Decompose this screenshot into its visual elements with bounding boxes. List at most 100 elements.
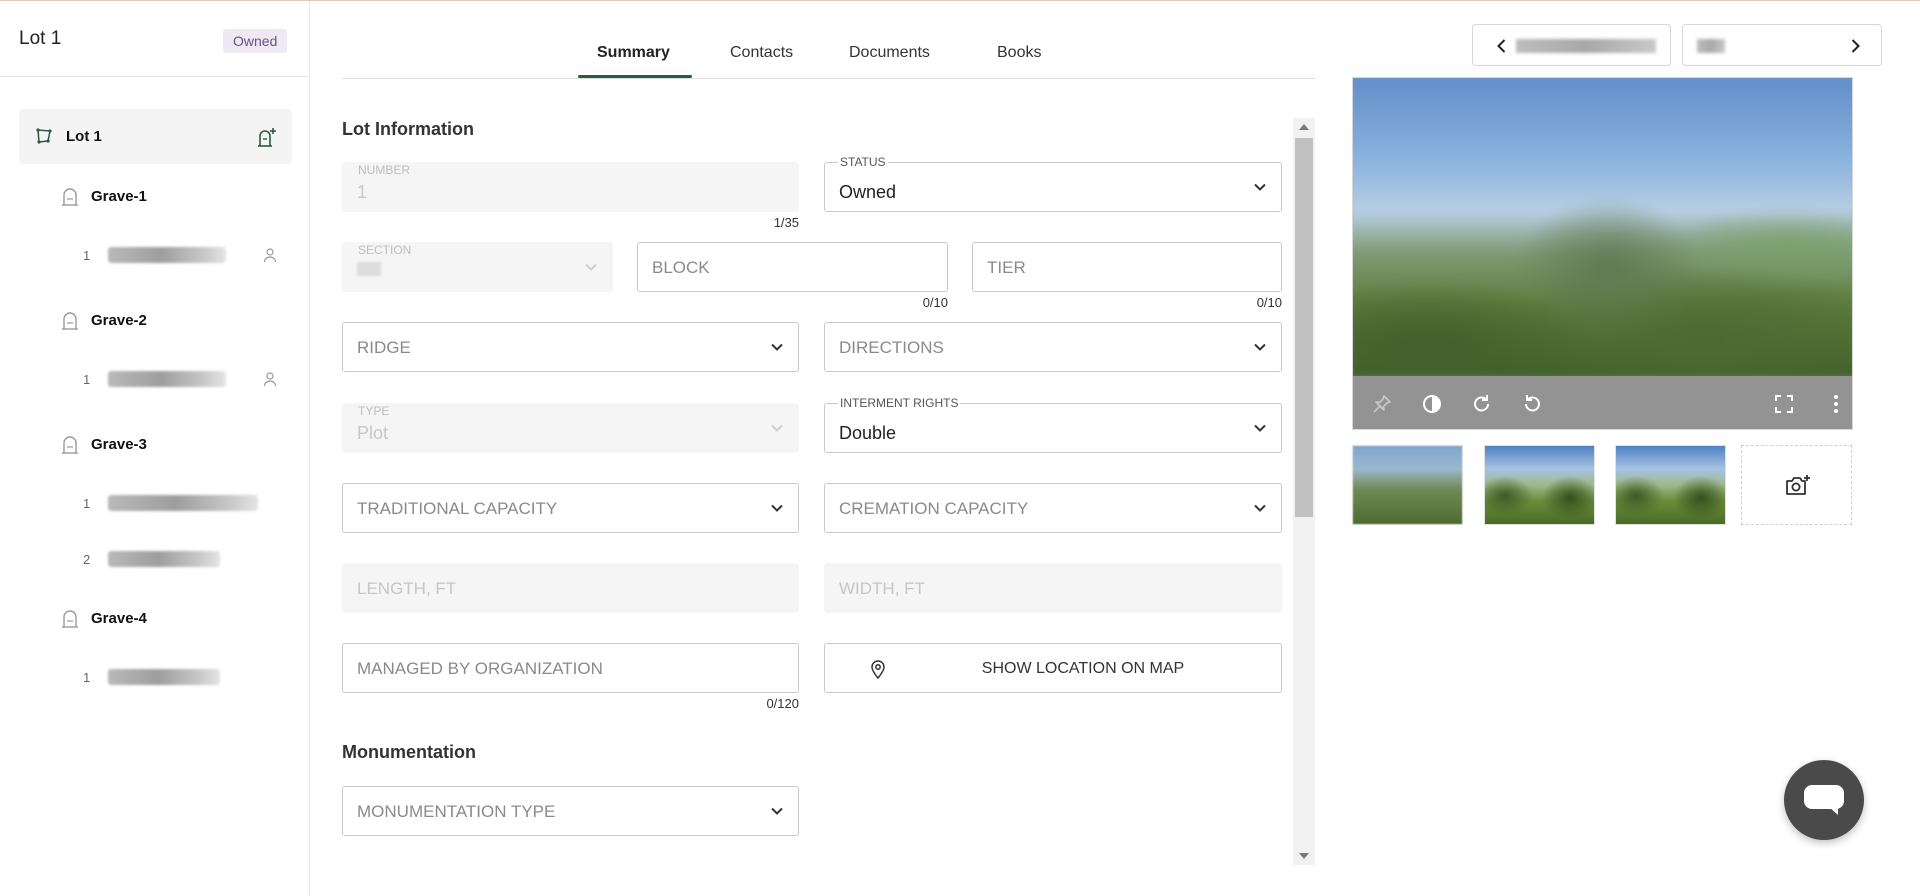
occupant-index: 2 [83, 552, 91, 567]
interment-rights-value: Double [839, 423, 897, 443]
tab-contacts[interactable]: Contacts [730, 44, 793, 62]
show-location-label: SHOW LOCATION ON MAP [981, 660, 1185, 677]
length-field: LENGTH, FT [342, 563, 799, 613]
tier-input[interactable]: TIER [972, 242, 1282, 292]
chevron-down-icon [1254, 424, 1266, 432]
tab-bar: Summary Contacts Documents Books [342, 1, 1315, 79]
cremation-capacity-select[interactable]: CREMATION CAPACITY [824, 483, 1282, 533]
show-location-on-map-button[interactable]: SHOW LOCATION ON MAP [824, 643, 1282, 693]
tab-documents[interactable]: Documents [849, 44, 930, 62]
occupant-index: 1 [83, 248, 91, 263]
status-select-value: Owned [839, 182, 897, 202]
occupant-name-redacted [108, 551, 220, 567]
directions-select-placeholder: DIRECTIONS [839, 338, 944, 357]
tree-item-occupant[interactable]: 1 [19, 648, 292, 710]
previous-lot-button[interactable] [1472, 24, 1671, 66]
ridge-select-placeholder: RIDGE [357, 338, 411, 357]
headstone-icon [62, 436, 78, 454]
traditional-capacity-select[interactable]: TRADITIONAL CAPACITY [342, 483, 799, 533]
grave-label: Grave-3 [91, 436, 147, 453]
tree-item-grave[interactable]: Grave-3 [19, 412, 292, 474]
active-tab-indicator [578, 75, 692, 78]
width-field: WIDTH, FT [824, 563, 1282, 613]
photo-thumbnail[interactable] [1352, 445, 1463, 525]
chevron-down-icon [585, 263, 597, 271]
status-select[interactable]: STATUS Owned [824, 155, 1282, 212]
person-icon [263, 248, 277, 263]
tree-item-occupant[interactable]: 1 [19, 226, 292, 288]
occupant-name-redacted [108, 669, 220, 685]
chevron-down-icon [771, 504, 783, 512]
chevron-down-icon [771, 343, 783, 351]
lot-photo-viewer[interactable] [1352, 77, 1853, 430]
chevron-down-icon [771, 424, 783, 432]
rotate-right-icon[interactable] [1471, 393, 1493, 415]
interment-rights-select[interactable]: INTERMENT RIGHTS Double [824, 396, 1282, 453]
sidebar-header: Lot 1 Owned [0, 1, 309, 77]
tier-input-placeholder: TIER [987, 258, 1026, 277]
type-select-value: Plot [357, 423, 389, 443]
chevron-down-icon [1254, 343, 1266, 351]
photo-toolbar [1353, 376, 1852, 429]
lot-photo [1353, 78, 1852, 381]
add-grave-icon[interactable] [255, 126, 277, 148]
scrollbar-thumb[interactable] [1295, 138, 1313, 517]
traditional-capacity-placeholder: TRADITIONAL CAPACITY [357, 499, 558, 518]
chat-bubble-tail [1828, 806, 1838, 815]
type-select-label: TYPE [358, 404, 390, 418]
next-lot-name-redacted [1697, 39, 1725, 53]
cremation-capacity-placeholder: CREMATION CAPACITY [839, 499, 1029, 518]
add-camera-icon [1786, 475, 1810, 495]
tab-books[interactable]: Books [997, 44, 1041, 62]
chat-widget-button[interactable] [1784, 760, 1864, 840]
number-field: NUMBER 1 [342, 162, 799, 212]
photo-thumbnail[interactable] [1615, 445, 1726, 525]
scroll-up-arrow[interactable] [1299, 124, 1309, 130]
tree-item-occupant[interactable]: 1 [19, 474, 292, 530]
scroll-down-arrow[interactable] [1299, 853, 1309, 859]
section-title-lot-information: Lot Information [342, 119, 474, 139]
fullscreen-icon[interactable] [1773, 393, 1795, 415]
section-title-monumentation: Monumentation [342, 742, 476, 762]
occupant-name-redacted [108, 495, 258, 511]
monumentation-type-placeholder: MONUMENTATION TYPE [357, 802, 556, 821]
add-photo-button[interactable] [1741, 445, 1852, 525]
next-lot-button[interactable] [1682, 24, 1882, 66]
person-icon [263, 372, 277, 387]
status-badge: Owned [223, 29, 288, 53]
polygon-icon [36, 128, 52, 144]
number-char-counter: 1/35 [773, 215, 799, 230]
pin-icon[interactable] [1371, 393, 1393, 415]
tree-item-lot[interactable]: Lot 1 [19, 109, 292, 164]
number-field-value: 1 [357, 182, 368, 202]
more-vertical-icon[interactable] [1825, 393, 1847, 415]
tree-item-occupant[interactable]: 2 [19, 530, 292, 586]
length-field-placeholder: LENGTH, FT [357, 579, 457, 598]
section-value-redacted [357, 262, 381, 276]
ridge-select[interactable]: RIDGE [342, 322, 799, 372]
block-input[interactable]: BLOCK [637, 242, 948, 292]
rotate-left-icon[interactable] [1521, 393, 1543, 415]
interment-rights-label: INTERMENT RIGHTS [838, 396, 961, 410]
type-select: TYPE Plot [342, 403, 799, 453]
contrast-icon[interactable] [1421, 393, 1443, 415]
tier-char-counter: 0/10 [1256, 295, 1282, 310]
tree-item-grave[interactable]: Grave-4 [19, 586, 292, 648]
lot-tree: Lot 1 Grave-1 1 Grave-2 1 Grave-3 1 2 Gr… [19, 109, 292, 710]
photo-thumbnail[interactable] [1484, 445, 1595, 525]
chevron-down-icon [771, 807, 783, 815]
occupant-index: 1 [83, 372, 91, 387]
directions-select[interactable]: DIRECTIONS [824, 322, 1282, 372]
width-field-placeholder: WIDTH, FT [839, 579, 925, 598]
tree-item-grave[interactable]: Grave-2 [19, 288, 292, 350]
tree-item-occupant[interactable]: 1 [19, 350, 292, 412]
headstone-icon [62, 610, 78, 628]
tree-item-grave[interactable]: Grave-1 [19, 164, 292, 226]
monumentation-type-select[interactable]: MONUMENTATION TYPE [342, 786, 799, 836]
managed-by-organization-input[interactable]: MANAGED BY ORGANIZATION [342, 643, 799, 693]
tab-summary[interactable]: Summary [597, 44, 670, 62]
chevron-left-icon [1497, 39, 1506, 53]
sidebar: Lot 1 Owned Lot 1 Grave-1 1 Grave-2 1 Gr… [0, 1, 310, 896]
occupant-name-redacted [108, 371, 226, 387]
form-scrollbar[interactable] [1293, 118, 1315, 865]
